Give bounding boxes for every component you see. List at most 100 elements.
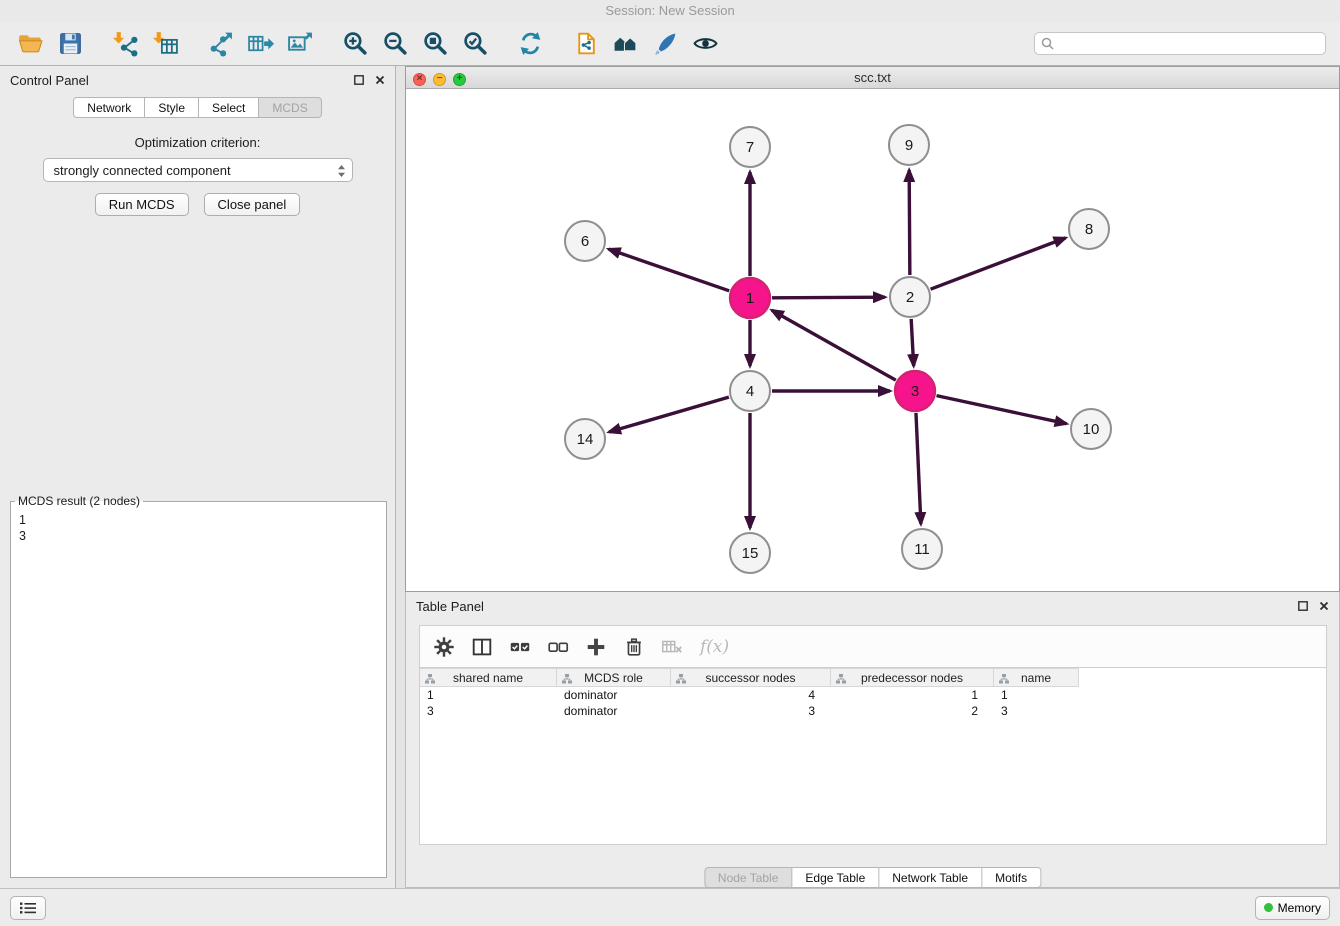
export-network-button[interactable] — [200, 25, 240, 63]
mcds-result-list: 13 — [11, 508, 386, 548]
node-10[interactable]: 10 — [1071, 409, 1111, 449]
node-2[interactable]: 2 — [890, 277, 930, 317]
save-floppy-icon — [57, 30, 84, 57]
function-builder-button[interactable]: f(x) — [696, 637, 729, 657]
control-panel-title: Control Panel — [10, 73, 89, 88]
table-settings-button[interactable] — [430, 633, 458, 661]
memory-button[interactable]: Memory — [1255, 896, 1330, 920]
close-table-panel-button[interactable] — [1319, 601, 1329, 611]
cell-successor-nodes: 3 — [671, 703, 831, 719]
import-network-button[interactable] — [105, 25, 145, 63]
copy-network-button[interactable] — [565, 25, 605, 63]
houses-button[interactable] — [605, 25, 645, 63]
table-row[interactable]: 3dominator323 — [420, 703, 1326, 719]
cell-predecessor-nodes: 2 — [831, 703, 994, 719]
edge-3-to-1[interactable] — [772, 310, 896, 380]
column-header-predecessor-nodes[interactable]: predecessor nodes — [831, 668, 994, 687]
zoom-in-button[interactable] — [335, 25, 375, 63]
node-7[interactable]: 7 — [730, 127, 770, 167]
edge-2-to-3[interactable] — [911, 319, 914, 366]
edge-1-to-6[interactable] — [609, 249, 730, 291]
paint-style-button[interactable] — [645, 25, 685, 63]
export-table-button[interactable] — [240, 25, 280, 63]
tab-network[interactable]: Network — [73, 97, 145, 118]
tab-mcds[interactable]: MCDS — [259, 97, 321, 118]
column-tree-icon — [676, 674, 686, 684]
zoom-selected-icon — [462, 30, 489, 57]
table-panel: Table Panel — [405, 592, 1340, 888]
table-panel-header: Table Panel — [406, 592, 1339, 620]
node-1[interactable]: 1 — [730, 278, 770, 318]
node-14[interactable]: 14 — [565, 419, 605, 459]
network-window: ×−+ scc.txt 7 9 6 8 1 2 4 3 14 10 15 11 — [405, 66, 1340, 592]
float-panel-button[interactable] — [354, 75, 364, 85]
open-folder-icon — [17, 30, 44, 57]
delete-entry-button[interactable] — [620, 633, 648, 661]
panel-splitter[interactable] — [396, 66, 405, 888]
node-11[interactable]: 11 — [902, 529, 942, 569]
add-column-button[interactable] — [582, 633, 610, 661]
show-graphics-button[interactable] — [685, 25, 725, 63]
optimization-criterion-select[interactable]: strongly connected component — [43, 158, 353, 182]
node-9[interactable]: 9 — [889, 125, 929, 165]
cell-shared-name: 1 — [420, 687, 557, 703]
node-8[interactable]: 8 — [1069, 209, 1109, 249]
open-session-button[interactable] — [10, 25, 50, 63]
search-field[interactable] — [1034, 32, 1326, 55]
cell-MCDS-role: dominator — [557, 703, 671, 719]
dropdown-stepper-icon — [337, 164, 346, 178]
edge-2-to-8[interactable] — [931, 238, 1066, 289]
export-image-button[interactable] — [280, 25, 320, 63]
float-table-panel-button[interactable] — [1298, 601, 1308, 611]
edge-4-to-14[interactable] — [609, 397, 729, 432]
search-input[interactable] — [1058, 37, 1319, 51]
tab-select[interactable]: Select — [199, 97, 259, 118]
close-panel-button[interactable] — [375, 75, 385, 85]
node-4[interactable]: 4 — [730, 371, 770, 411]
window-titlebar: Session: New Session — [0, 0, 1340, 22]
import-network-icon — [112, 30, 139, 57]
column-header-successor-nodes[interactable]: successor nodes — [671, 668, 831, 687]
deselect-all-button[interactable] — [544, 633, 572, 661]
edge-1-to-2[interactable] — [772, 297, 885, 298]
save-session-button[interactable] — [50, 25, 90, 63]
select-all-button[interactable] — [506, 633, 534, 661]
column-header-shared-name[interactable]: shared name — [420, 668, 557, 687]
edge-2-to-9[interactable] — [909, 170, 910, 275]
svg-text:7: 7 — [746, 139, 754, 156]
zoom-out-button[interactable] — [375, 25, 415, 63]
import-table-button[interactable] — [145, 25, 185, 63]
edge-3-to-10[interactable] — [937, 396, 1067, 424]
table-panel-title: Table Panel — [416, 599, 484, 614]
zoom-selected-button[interactable] — [455, 25, 495, 63]
window-close-button[interactable]: × — [413, 73, 426, 86]
zoom-fit-button[interactable] — [415, 25, 455, 63]
column-header-MCDS-role[interactable]: MCDS role — [557, 668, 671, 687]
node-15[interactable]: 15 — [730, 533, 770, 573]
task-history-button[interactable] — [10, 896, 46, 920]
close-panel-mcds-button[interactable]: Close panel — [204, 193, 301, 216]
show-columns-button[interactable] — [468, 633, 496, 661]
table-toolbar: f(x) — [419, 625, 1327, 668]
tab-edge-table[interactable]: Edge Table — [792, 867, 879, 888]
tab-node-table[interactable]: Node Table — [704, 867, 793, 888]
tab-motifs[interactable]: Motifs — [982, 867, 1041, 888]
node-6[interactable]: 6 — [565, 221, 605, 261]
window-minimize-button[interactable]: − — [433, 73, 446, 86]
tab-network-table[interactable]: Network Table — [879, 867, 982, 888]
network-canvas[interactable]: 7 9 6 8 1 2 4 3 14 10 15 11 — [406, 89, 1339, 591]
run-mcds-button[interactable]: Run MCDS — [95, 193, 189, 216]
column-header-name[interactable]: name — [994, 668, 1079, 687]
tab-style[interactable]: Style — [145, 97, 199, 118]
refresh-button[interactable] — [510, 25, 550, 63]
node-3[interactable]: 3 — [895, 371, 935, 411]
brush-icon — [652, 30, 679, 57]
trash-icon — [622, 635, 646, 659]
window-maximize-button[interactable]: + — [453, 73, 466, 86]
table-row[interactable]: 1dominator411 — [420, 687, 1326, 703]
delete-table-icon — [660, 635, 684, 659]
network-window-titlebar[interactable]: ×−+ scc.txt — [406, 67, 1339, 89]
edge-3-to-11[interactable] — [916, 413, 921, 524]
column-tree-icon — [836, 674, 846, 684]
delete-table-button[interactable] — [658, 633, 686, 661]
